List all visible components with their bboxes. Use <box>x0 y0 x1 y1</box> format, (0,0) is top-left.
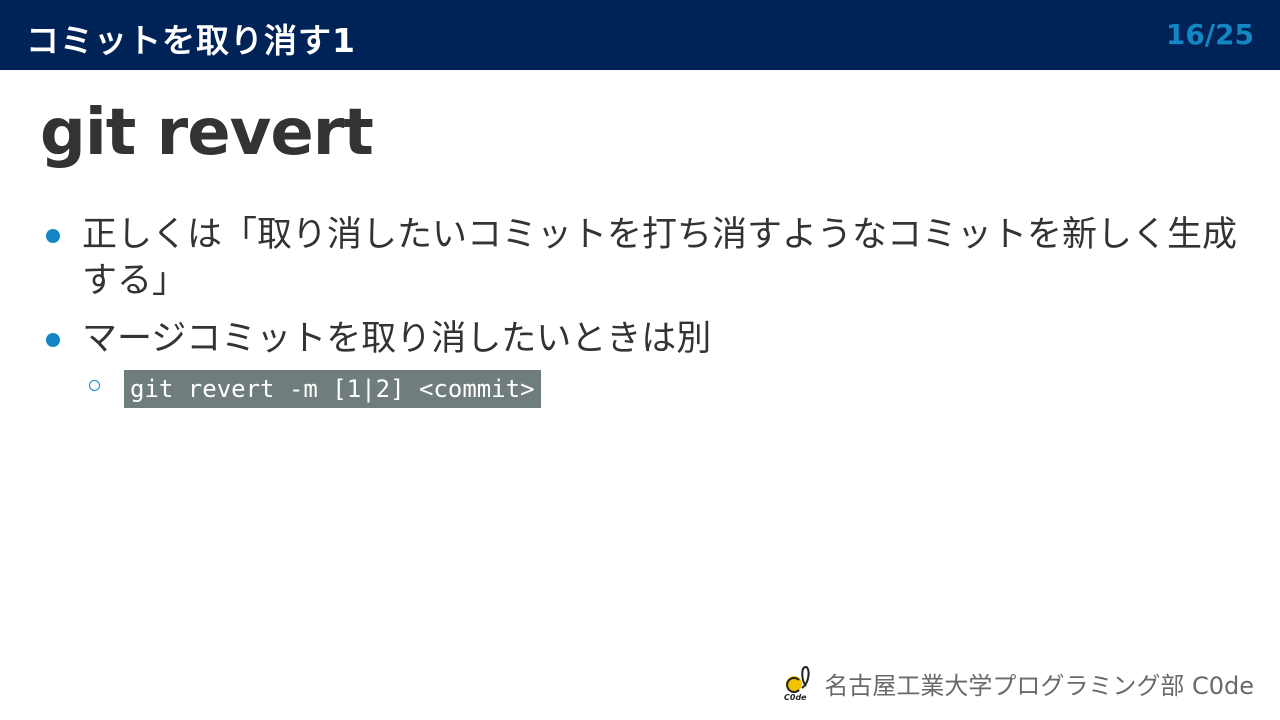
bullet-text: 正しくは「取り消したいコミットを打ち消すようなコミットを新しく生成する」 <box>82 215 1238 301</box>
list-item: 正しくは「取り消したいコミットを打ち消すようなコミットを新しく生成する」 <box>0 212 1280 304</box>
page-counter: 16/25 <box>1165 18 1254 51</box>
circle-bullet-icon <box>89 380 100 391</box>
bullet-list: 正しくは「取り消したいコミットを打ち消すようなコミットを新しく生成する」 マージ… <box>0 212 1280 410</box>
slide-heading: git revert <box>40 96 374 170</box>
bullet-text: マージコミットを取り消したいときは別 <box>82 319 712 359</box>
footer: C0de 名古屋工業大学プログラミング部 C0de <box>782 664 1254 702</box>
code-snippet: git revert -m [1|2] <commit> <box>124 370 541 408</box>
svg-text:C0de: C0de <box>784 693 807 702</box>
header-bar: コミットを取り消す1 16/25 <box>0 0 1280 70</box>
c0de-logo-icon: C0de <box>784 666 810 702</box>
section-title: コミットを取り消す1 <box>26 21 356 60</box>
sub-list-item: git revert -m [1|2] <commit> <box>0 370 1280 410</box>
bullet-dot-icon <box>46 229 60 243</box>
bullet-dot-icon <box>46 333 60 347</box>
list-item: マージコミットを取り消したいときは別 <box>0 316 1280 362</box>
footer-org-text: 名古屋工業大学プログラミング部 C0de <box>824 671 1254 700</box>
